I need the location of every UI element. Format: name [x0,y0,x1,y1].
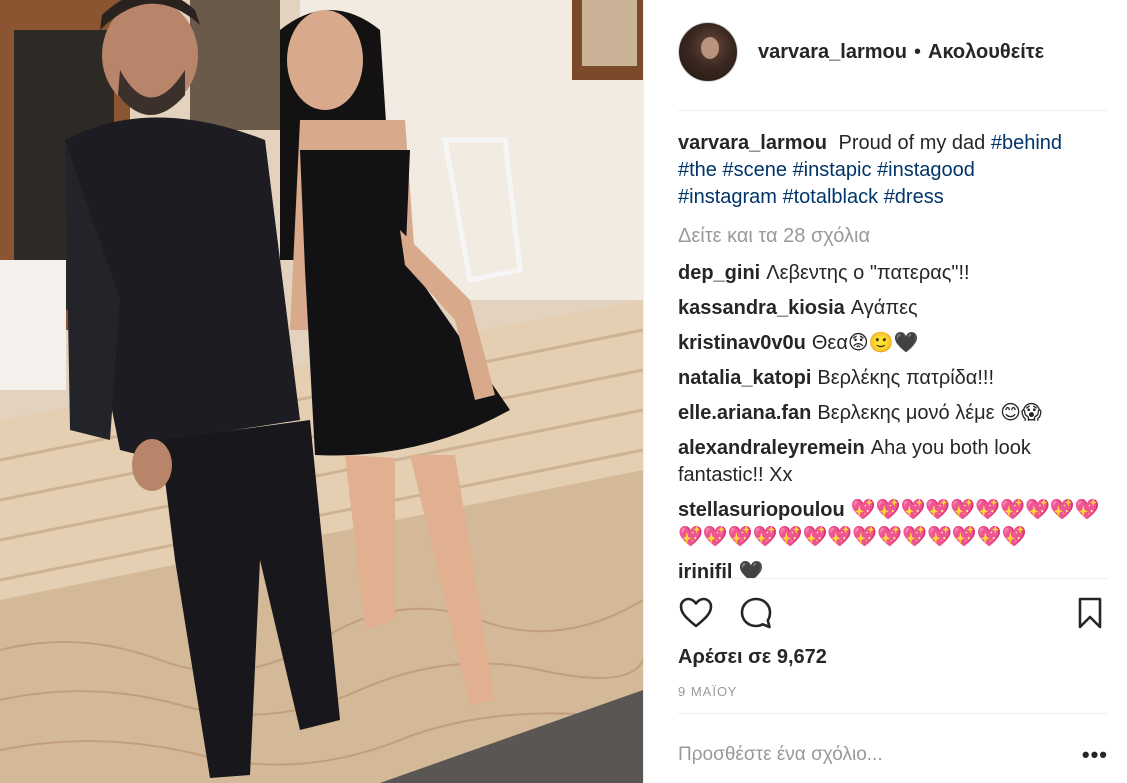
comment-item: kristinav0v0u Θεα😟🙂🖤 [678,330,1108,357]
post-side-panel: varvara_larmou • Ακολουθείτε varvara_lar… [643,0,1127,783]
header-separator: • [913,40,921,63]
heart-outline-icon[interactable] [678,595,714,631]
comment-username[interactable]: dep_gini [678,262,760,284]
comment-item: irinifil 🖤 [678,559,1108,578]
header-text: varvara_larmou • Ακολουθείτε [758,41,1044,64]
comment-item: alexandraleyremein Aha you both look fant… [678,435,1108,489]
more-options-button[interactable]: ••• [1082,742,1108,768]
comment-username[interactable]: kassandra_kiosia [678,297,845,319]
comments-list[interactable]: varvara_larmou Proud of my dad #behind #… [678,130,1108,578]
comment-item: elle.ariana.fan Βερλεκης μονό λέμε 😊😱 [678,400,1108,427]
comment-username[interactable]: alexandraleyremein [678,437,865,459]
comment-item: dep_gini Λεβεντης ο "πατερας"!! [678,260,1108,287]
comment-username[interactable]: kristinav0v0u [678,332,806,354]
actions-divider [678,578,1108,579]
post-header: varvara_larmou • Ακολουθείτε [678,18,1108,86]
hashtag-link[interactable]: #the [678,159,717,181]
comment-username[interactable]: natalia_katopi [678,367,811,389]
hashtag-link[interactable]: #behind [991,132,1062,154]
author-username[interactable]: varvara_larmou [758,41,907,64]
comment-text: Θεα😟🙂🖤 [811,332,919,354]
comment-text: Αγάπες [850,297,918,319]
caption-text: Proud of my dad [838,132,986,154]
comment-text: Λεβεντης ο "πατερας"!! [766,262,970,284]
comment-username[interactable]: irinifil [678,561,732,578]
hashtag-link[interactable]: #dress [884,186,944,208]
hashtag-link[interactable]: #totalblack [783,186,879,208]
post-date[interactable]: 9 ΜΑΪΟΥ [678,684,737,699]
following-button[interactable]: Ακολουθείτε [928,41,1044,64]
hashtag-link[interactable]: #instagood [877,159,975,181]
speech-bubble-icon[interactable] [738,595,774,631]
post-photo[interactable] [0,0,643,783]
add-comment-input[interactable] [678,744,1058,766]
caption-username[interactable]: varvara_larmou [678,132,827,154]
comment-item: stellasuriopoulou 💖💖💖💖💖💖💖💖💖💖💖💖💖💖💖💖💖💖💖💖💖💖💖… [678,497,1108,551]
view-all-comments-link[interactable]: Δείτε και τα 28 σχόλια [678,223,1108,250]
comment-box-divider [678,713,1108,714]
comment-username[interactable]: elle.ariana.fan [678,402,811,424]
comment-text: Βερλέκης πατρίδα!!! [817,367,995,389]
likes-count[interactable]: Αρέσει σε 9,672 [678,646,827,669]
author-avatar[interactable] [678,22,738,82]
comment-item: natalia_katopi Βερλέκης πατρίδα!!! [678,365,1108,392]
add-comment-bar: ••• [678,737,1108,773]
comment-item: kassandra_kiosia Αγάπες [678,295,1108,322]
comment-username[interactable]: stellasuriopoulou [678,499,845,521]
post-actions [678,594,1108,632]
comment-text: 🖤 [738,561,764,578]
hashtag-link[interactable]: #scene [723,159,788,181]
hashtag-link[interactable]: #instapic [793,159,872,181]
hashtag-link[interactable]: #instagram [678,186,777,208]
photo-illustration [0,0,643,783]
comment-text: Βερλεκης μονό λέμε 😊😱 [817,402,1042,424]
bookmark-icon[interactable] [1072,595,1108,631]
post-caption: varvara_larmou Proud of my dad #behind #… [678,130,1108,211]
header-divider [678,110,1108,111]
